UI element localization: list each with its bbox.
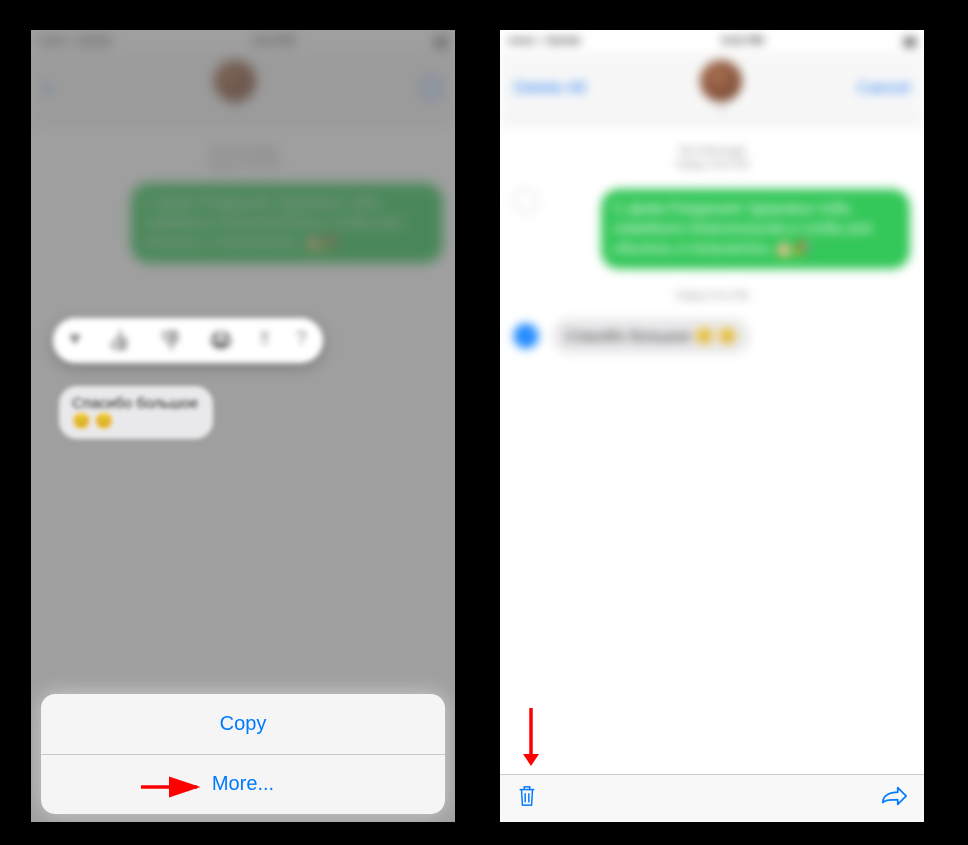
cancel-button[interactable]: Cancel xyxy=(857,78,910,98)
phone-screenshot-left: ●●●●○ Carrier 9:41 PM ▮▮ ‹ — ⓘ Text Mess… xyxy=(31,30,455,822)
signal-icon: ●●●●○ xyxy=(508,35,541,47)
select-circle-checked[interactable] xyxy=(514,324,538,348)
checkmark-icon xyxy=(520,329,533,342)
recv-timestamp: Today 9:41 PM xyxy=(500,289,924,303)
selection-toolbar xyxy=(500,774,924,822)
tapback-thumbsup-icon[interactable]: 👍 xyxy=(107,328,132,353)
contact-name: — xyxy=(716,104,726,115)
more-button[interactable]: More... xyxy=(41,754,445,814)
trash-icon[interactable] xyxy=(516,783,538,814)
message-timestamp: Text Message Today 9:40 PM xyxy=(500,144,924,173)
contact-avatar[interactable] xyxy=(700,60,742,102)
delete-all-button[interactable]: Delete All xyxy=(514,78,586,98)
copy-button[interactable]: Copy xyxy=(41,694,445,754)
nav-bar-selection: Delete All — Cancel xyxy=(500,52,924,124)
status-time: 9:41 PM xyxy=(722,35,764,47)
select-circle-unchecked[interactable] xyxy=(514,189,538,213)
blurred-selection-bg: ●●●●○ Carrier 9:41 PM ▮▮ Delete All — Ca… xyxy=(500,30,924,822)
battery-icon: ▮▮ xyxy=(904,35,916,48)
tapback-heart-icon[interactable]: ♥ xyxy=(69,328,81,353)
tapback-bar: ♥ 👍 👎 😂 ‼ ? xyxy=(53,318,323,363)
tapback-question-icon[interactable]: ? xyxy=(296,328,307,353)
carrier-label: Carrier xyxy=(545,35,581,47)
status-bar: ●●●●○ Carrier 9:41 PM ▮▮ xyxy=(500,30,924,52)
focused-received-bubble[interactable]: Спасибо большое 😊 😊 xyxy=(59,386,257,439)
tapback-exclaim-icon[interactable]: ‼ xyxy=(260,328,270,353)
phone-screenshot-right: ●●●●○ Carrier 9:41 PM ▮▮ Delete All — Ca… xyxy=(500,30,924,822)
sent-message-bubble[interactable]: С Днём Рождения! Здоровья тебе, семейног… xyxy=(601,189,910,270)
tapback-haha-icon[interactable]: 😂 xyxy=(209,328,234,353)
received-message-bubble[interactable]: Спасибо большое 😊 😊 xyxy=(552,318,750,354)
tapback-thumbsdown-icon[interactable]: 👎 xyxy=(158,328,183,353)
action-sheet: Copy More... xyxy=(41,694,445,814)
forward-share-icon[interactable] xyxy=(880,785,908,812)
